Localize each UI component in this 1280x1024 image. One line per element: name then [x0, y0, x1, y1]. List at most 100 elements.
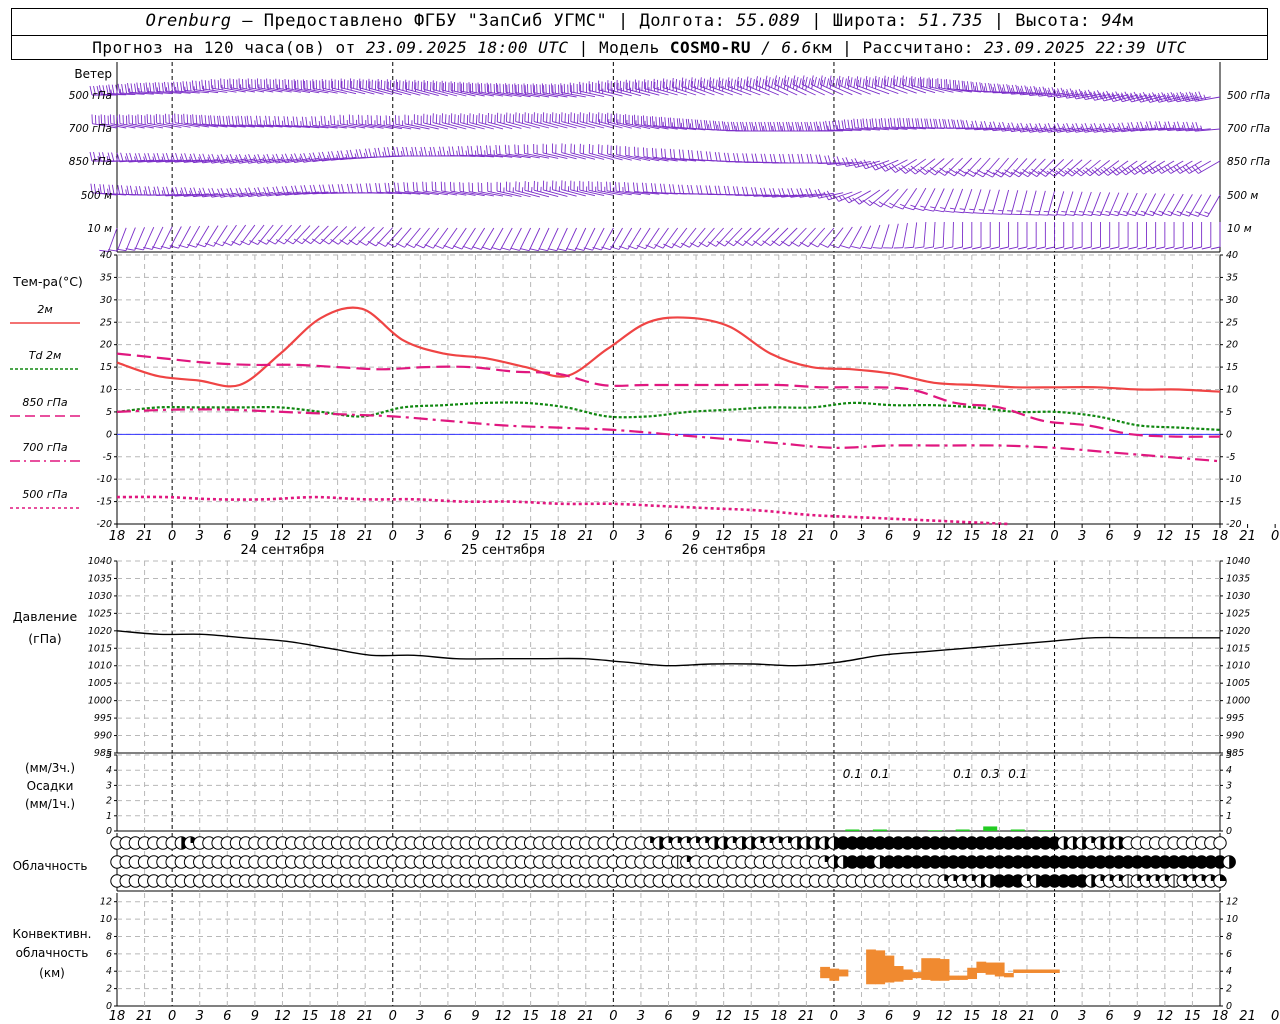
x-tick-label: 9 [692, 529, 700, 544]
wind-barb [524, 112, 550, 129]
x-tick-label: 21 [578, 1009, 595, 1024]
wind-barb [506, 112, 531, 129]
x-tick-label: 0 [830, 529, 838, 544]
y-tick-label: 4 [1226, 765, 1232, 776]
wind-barb [999, 222, 1010, 250]
x-tick-label: 18 [991, 1009, 1008, 1024]
y-tick-label: 10 [1226, 914, 1238, 925]
x-tick-label: 21 [798, 1009, 815, 1024]
temp-legend-label: 850 гПа [22, 396, 68, 409]
convective-cloud-block [1049, 969, 1060, 973]
wind-barb [395, 79, 421, 96]
x-tick-label: 9 [913, 1009, 921, 1024]
wind-barb [892, 75, 917, 94]
lat-value: 51.735 [918, 11, 984, 31]
wind-barb [1091, 222, 1101, 250]
wind-barb [992, 189, 1010, 215]
x-tick-label: 0 [609, 1009, 617, 1024]
convective-title-line2: облачность [16, 946, 89, 960]
x-tick-label: 9 [471, 1009, 479, 1024]
y-tick-label: 1000 [1226, 696, 1250, 707]
wind-level-label: 10 м [87, 223, 112, 235]
wind-barb [542, 180, 568, 197]
model-name: COSMO-RU [669, 38, 751, 57]
wind-barb [1118, 222, 1129, 250]
x-tick-label: 21 [1239, 529, 1256, 544]
wind-barb [1137, 222, 1147, 250]
x-tick-label: 12 [274, 529, 291, 544]
y-tick-label: 12 [1226, 897, 1238, 908]
y-tick-label: -10 [96, 474, 112, 485]
y-tick-label: 1015 [1226, 643, 1250, 654]
wind-barb [1054, 222, 1065, 250]
wind-barb [1155, 222, 1166, 250]
wind-barb [954, 189, 973, 214]
provided-by: Предоставлено ФГБУ "ЗапСиб УГМС" [263, 11, 608, 31]
y-tick-label: 2 [1226, 984, 1232, 995]
wind-barb [529, 227, 550, 252]
wind-barb [1174, 222, 1184, 250]
wind-title: Ветер [74, 67, 112, 81]
x-tick-label: 3 [196, 529, 204, 544]
wind-barb [524, 181, 550, 198]
wind-barb [962, 222, 973, 250]
wind-barb [515, 112, 540, 129]
x-tick-label: 18 [329, 1009, 346, 1024]
wind-barb [561, 112, 586, 129]
day-label: 24 сентября [241, 543, 325, 558]
convective-cloud-block [866, 949, 876, 985]
wind-barbs [89, 75, 1221, 252]
wind-barb [368, 78, 393, 95]
wind-barb [964, 189, 982, 214]
pressure-title: Давление [13, 609, 78, 624]
wind-barb [1045, 222, 1056, 250]
alt-value: 94 [1101, 11, 1123, 31]
calc-label: Рассчитано: [862, 38, 974, 57]
wind-barb [538, 227, 559, 252]
x-tick-label: 15 [743, 529, 760, 544]
wind-barb [561, 143, 586, 160]
x-tick-label: 18 [329, 529, 346, 544]
wind-barb [510, 227, 532, 251]
cloudiness-title: Облачность [13, 859, 88, 873]
wind-barb [1128, 222, 1138, 250]
wind-barb [625, 79, 651, 96]
wind-barb [588, 112, 614, 129]
wind-barb [404, 79, 430, 96]
cloud-cover-symbol [1213, 874, 1227, 888]
convective-cloud-block [902, 969, 913, 980]
convective-cloud-block [1013, 969, 1023, 973]
x-tick-label: 12 [1157, 529, 1174, 544]
y-tick-label: 12 [100, 897, 112, 908]
x-tick-label: 18 [550, 1009, 567, 1024]
model-label: Модель [598, 38, 660, 57]
y-tick-label: 0 [1226, 429, 1232, 440]
wind-barb [520, 227, 541, 252]
alt-label: Высота: [1015, 11, 1091, 31]
wind-barb [653, 78, 678, 96]
wind-barb [851, 225, 872, 249]
y-tick-label: 995 [1226, 713, 1244, 724]
wind-barb [1047, 191, 1065, 216]
precip-bar [955, 829, 970, 831]
y-tick-label: 6 [1226, 949, 1232, 960]
lon-value: 55.089 [736, 11, 801, 31]
y-tick-label: 1020 [88, 626, 112, 637]
wind-barb [487, 112, 513, 130]
wind-barb [414, 79, 439, 97]
precip-bar [983, 826, 998, 831]
y-tick-label: 1040 [88, 556, 112, 567]
wind-barb [852, 189, 881, 205]
wind-barb [358, 78, 384, 95]
wind-barb [566, 227, 587, 252]
x-tick-label: 12 [936, 529, 953, 544]
wind-barb [496, 112, 522, 129]
x-tick-label: 21 [1239, 1009, 1256, 1024]
x-tick-label: 12 [936, 1009, 953, 1024]
model-res-unit: км [811, 38, 833, 57]
wind-barb [1082, 222, 1092, 250]
x-tick-label: 18 [771, 1009, 788, 1024]
y-tick-label: 30 [1226, 295, 1238, 306]
wind-barb [1100, 222, 1111, 250]
x-tick-label: 3 [857, 529, 865, 544]
